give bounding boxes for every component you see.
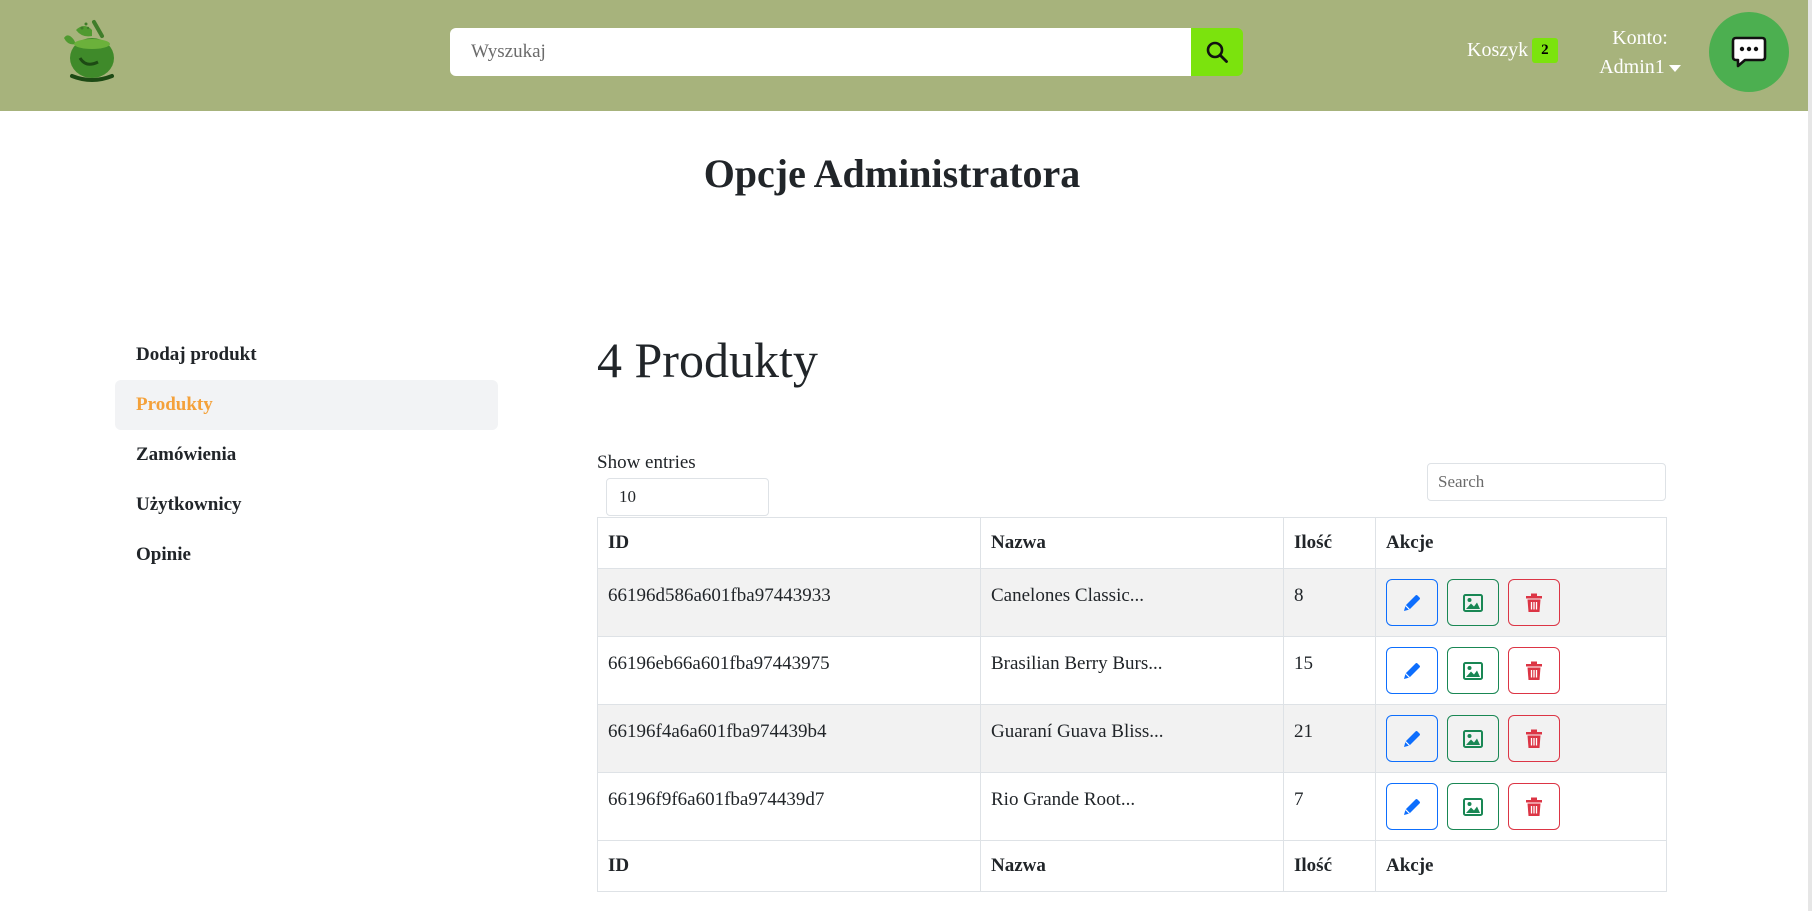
table-row: 66196eb66a601fba97443975 Brasilian Berry… [597, 636, 1667, 705]
product-id-cell: 66196f9f6a601fba974439d7 [597, 772, 981, 841]
search-icon [1206, 41, 1228, 63]
edit-button[interactable] [1386, 715, 1438, 762]
page-scrollbar[interactable] [1808, 0, 1812, 911]
column-header-id[interactable]: ID [597, 517, 981, 569]
image-icon [1463, 729, 1483, 748]
table-row: 66196f9f6a601fba974439d7 Rio Grande Root… [597, 772, 1667, 841]
column-footer-quantity: Ilość [1283, 840, 1376, 892]
pencil-icon [1404, 798, 1420, 815]
product-name-cell: Guaraní Guava Bliss... [980, 704, 1284, 773]
product-name-cell: Brasilian Berry Burs... [980, 636, 1284, 705]
product-quantity-cell: 15 [1283, 636, 1376, 705]
pencil-icon [1404, 662, 1420, 679]
product-quantity-cell: 8 [1283, 568, 1376, 637]
column-footer-actions: Akcje [1375, 840, 1667, 892]
logo-icon[interactable] [64, 18, 120, 84]
account-dropdown[interactable]: Konto: Admin1 [1590, 24, 1690, 82]
trash-icon [1526, 797, 1542, 816]
table-header-row: ID Nazwa Ilość Akcje [597, 517, 1667, 569]
cart-link[interactable]: Koszyk 2 [1467, 38, 1558, 63]
pencil-icon [1404, 730, 1420, 747]
header-search [450, 28, 1243, 76]
product-id-cell: 66196d586a601fba97443933 [597, 568, 981, 637]
column-header-actions: Akcje [1375, 517, 1667, 569]
image-button[interactable] [1447, 715, 1499, 762]
column-header-quantity[interactable]: Ilość [1283, 517, 1376, 569]
column-footer-name: Nazwa [980, 840, 1284, 892]
image-button[interactable] [1447, 783, 1499, 830]
delete-button[interactable] [1508, 715, 1560, 762]
table-row: 66196d586a601fba97443933 Canelones Class… [597, 568, 1667, 637]
show-entries-label: Show entries [597, 452, 696, 473]
trash-icon [1526, 661, 1542, 680]
admin-sidebar: Dodaj produkt Produkty Zamówienia Użytko… [115, 330, 498, 580]
products-table: ID Nazwa Ilość Akcje 66196d586a601fba974… [597, 517, 1667, 892]
image-icon [1463, 593, 1483, 612]
page-title: Opcje Administratora [703, 151, 1081, 196]
column-header-name[interactable]: Nazwa [980, 517, 1284, 569]
edit-button[interactable] [1386, 579, 1438, 626]
actions-cell [1375, 704, 1667, 773]
account-label: Konto: [1612, 27, 1668, 49]
column-footer-id: ID [597, 840, 981, 892]
actions-cell [1375, 636, 1667, 705]
product-name-cell: Canelones Classic... [980, 568, 1284, 637]
delete-button[interactable] [1508, 783, 1560, 830]
trash-icon [1526, 593, 1542, 612]
image-icon [1463, 797, 1483, 816]
sidebar-item-reviews[interactable]: Opinie [115, 530, 498, 580]
table-footer-row: ID Nazwa Ilość Akcje [597, 840, 1667, 892]
delete-button[interactable] [1508, 579, 1560, 626]
pencil-icon [1404, 594, 1420, 611]
product-id-cell: 66196eb66a601fba97443975 [597, 636, 981, 705]
edit-button[interactable] [1386, 647, 1438, 694]
sidebar-item-orders[interactable]: Zamówienia [115, 430, 498, 480]
products-panel: 4 Produkty Show entries 10 ID Nazwa Iloś… [597, 330, 1667, 892]
product-quantity-cell: 7 [1283, 772, 1376, 841]
table-row: 66196f4a6a601fba974439b4 Guaraní Guava B… [597, 704, 1667, 773]
image-icon [1463, 661, 1483, 680]
cart-count-badge: 2 [1532, 38, 1558, 63]
product-id-cell: 66196f4a6a601fba974439b4 [597, 704, 981, 773]
product-quantity-cell: 21 [1283, 704, 1376, 773]
entries-per-page-select[interactable]: 10 [606, 478, 769, 516]
chat-button[interactable] [1709, 12, 1789, 92]
sidebar-item-add-product[interactable]: Dodaj produkt [115, 330, 498, 380]
search-input[interactable] [450, 28, 1191, 76]
image-button[interactable] [1447, 647, 1499, 694]
sidebar-item-users[interactable]: Użytkownicy [115, 480, 498, 530]
actions-cell [1375, 772, 1667, 841]
account-username: Admin1 [1599, 56, 1665, 78]
chat-icon [1731, 36, 1767, 68]
trash-icon [1526, 729, 1542, 748]
image-button[interactable] [1447, 579, 1499, 626]
search-button[interactable] [1191, 28, 1243, 76]
products-heading: 4 Produkty [597, 332, 818, 388]
actions-cell [1375, 568, 1667, 637]
cart-label: Koszyk [1467, 39, 1529, 61]
edit-button[interactable] [1386, 783, 1438, 830]
product-name-cell: Rio Grande Root... [980, 772, 1284, 841]
table-search-input[interactable] [1427, 463, 1666, 501]
top-navbar: Koszyk 2 Konto: Admin1 [0, 0, 1808, 111]
caret-down-icon [1668, 64, 1681, 72]
delete-button[interactable] [1508, 647, 1560, 694]
sidebar-item-products[interactable]: Produkty [115, 380, 498, 430]
